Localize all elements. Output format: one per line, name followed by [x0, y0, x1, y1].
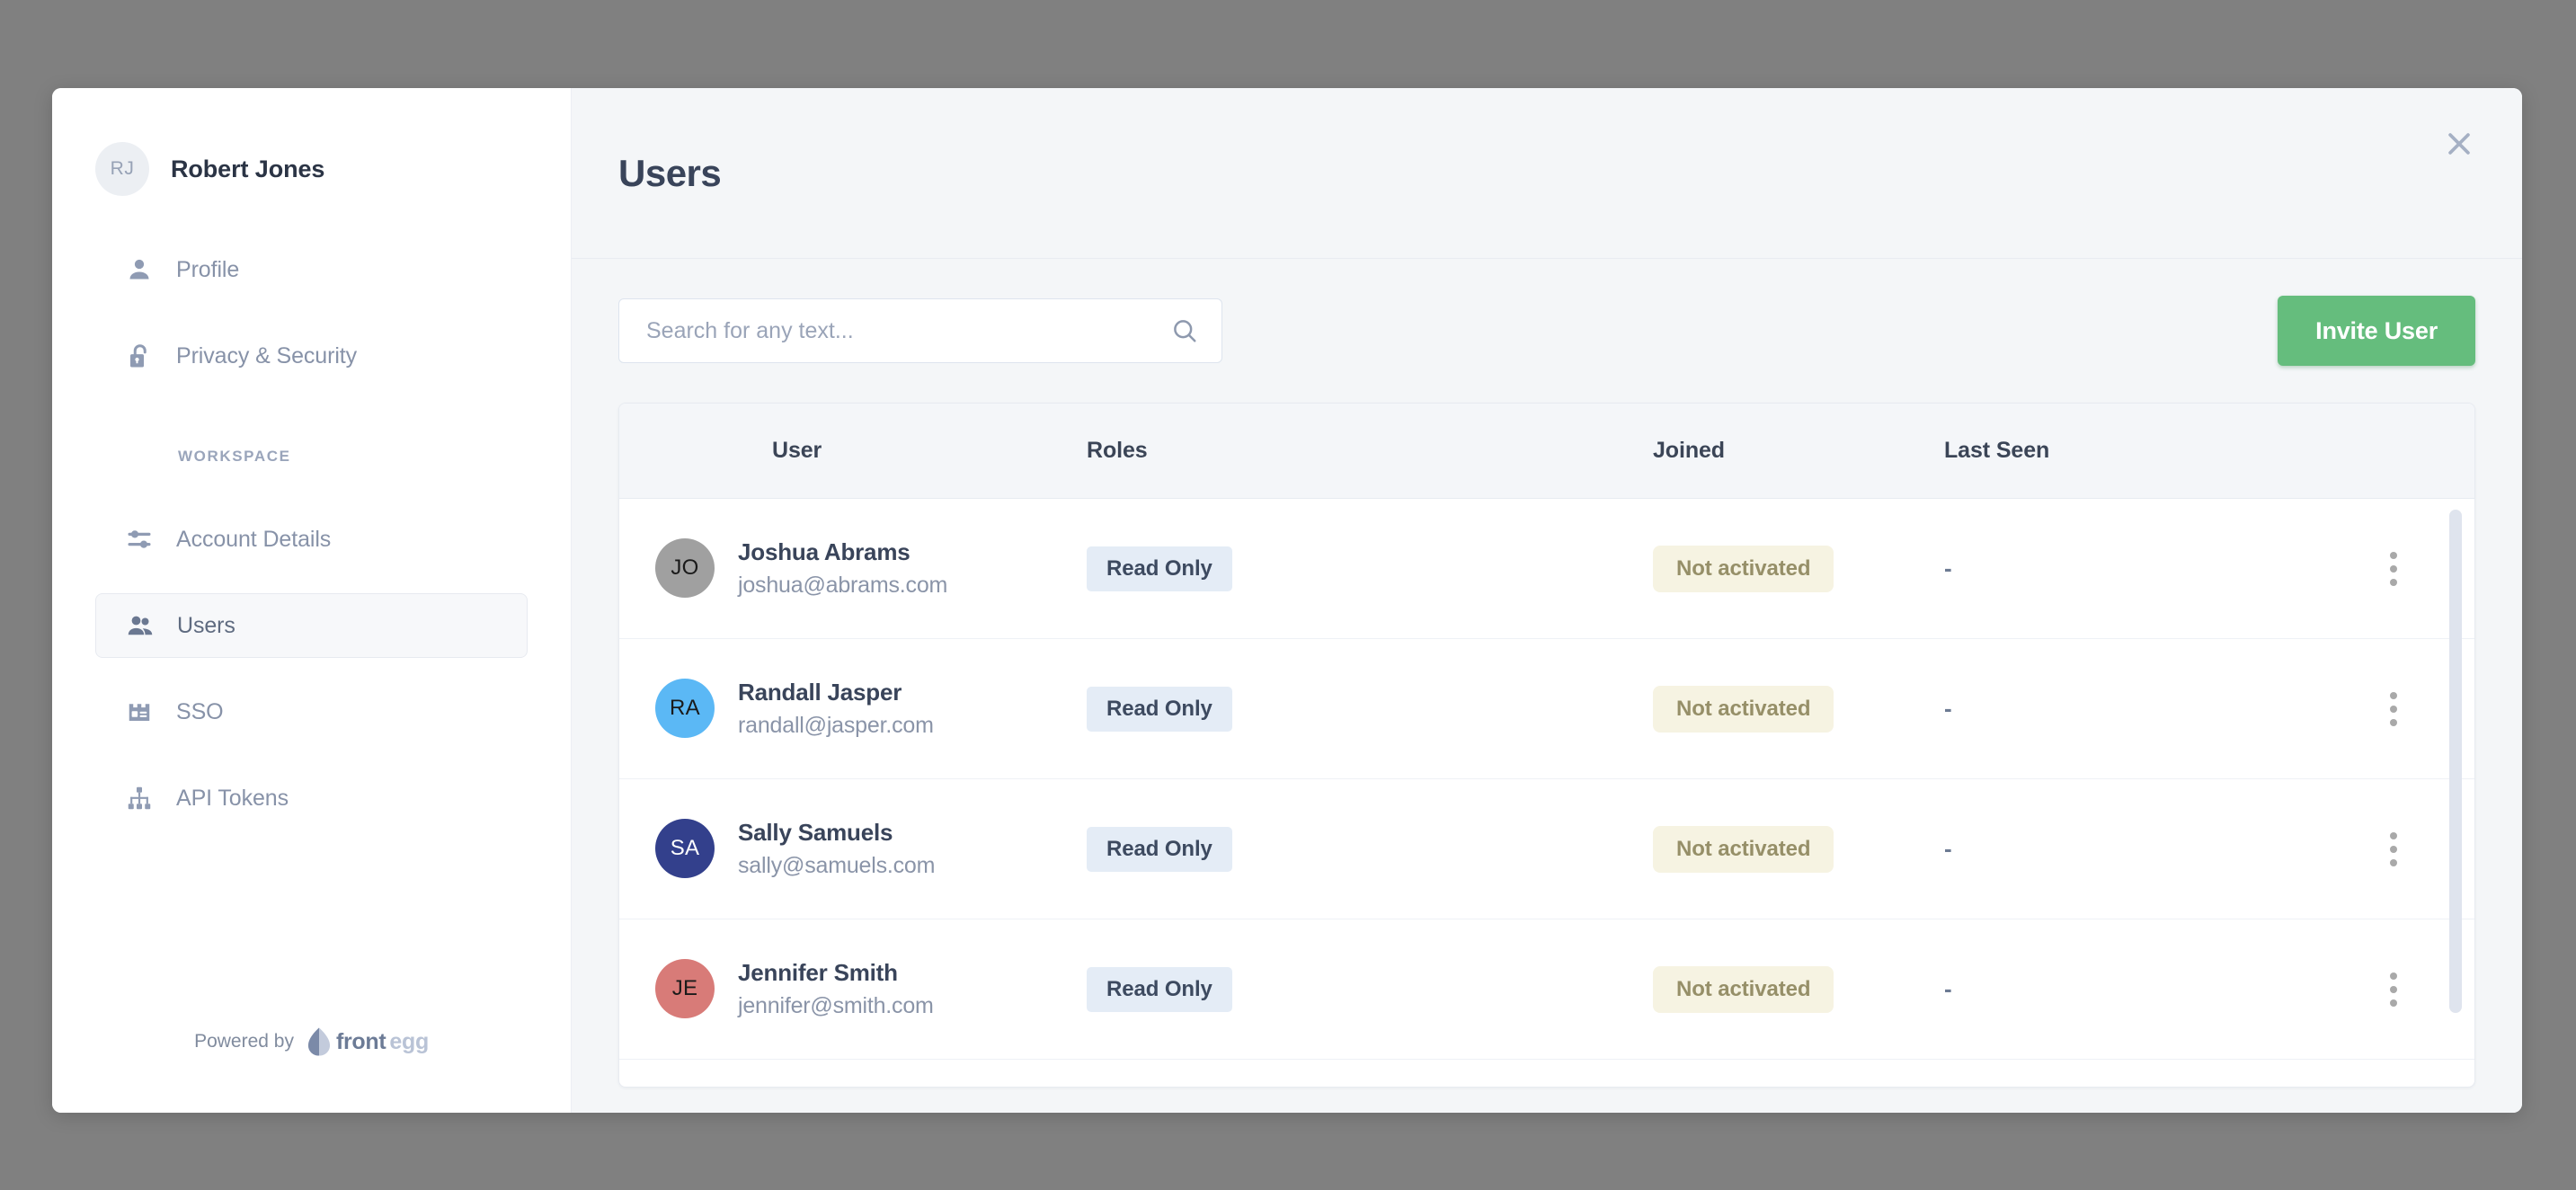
table-row[interactable]: JE Jennifer Smith jennifer@smith.com Read O…	[619, 919, 2474, 1060]
sidebar-item-label: Account Details	[176, 527, 331, 553]
sidebar-item-label: Users	[177, 613, 235, 639]
cell-joined: Not activated	[1653, 966, 1944, 1013]
kebab-menu-icon[interactable]	[2370, 963, 2417, 1017]
kebab-menu-icon[interactable]	[2370, 682, 2417, 736]
settings-modal: RJ Robert Jones Profile	[52, 88, 2522, 1113]
cell-last-seen: -	[1944, 695, 2304, 723]
frontegg-logo: frontegg	[306, 1026, 429, 1057]
users-table-wrapper: User Roles Joined Last Seen JO Joshua Abr…	[618, 403, 2475, 1113]
table-header-row: User Roles Joined Last Seen	[619, 404, 2474, 499]
table-row[interactable]: JO Joshua Abrams joshua@abrams.com Read Onl…	[619, 499, 2474, 639]
user-name: Jennifer Smith	[738, 958, 934, 988]
cell-last-seen: -	[1944, 555, 2304, 582]
toolbar: Invite User	[572, 259, 2522, 403]
sidebar-item-label: SSO	[176, 699, 224, 725]
cell-joined: Not activated	[1653, 826, 1944, 873]
table-vertical-scrollbar[interactable]	[2449, 510, 2462, 1013]
cell-last-seen: -	[1944, 835, 2304, 863]
status-badge: Not activated	[1653, 826, 1834, 873]
status-badge: Not activated	[1653, 546, 1834, 592]
sidebar-item-sso[interactable]: SSO	[95, 679, 528, 744]
role-badge: Read Only	[1087, 967, 1232, 1012]
avatar: RA	[655, 679, 715, 738]
frontegg-logo-egg: egg	[389, 1029, 429, 1055]
sidebar-item-label: Profile	[176, 257, 239, 283]
role-badge: Read Only	[1087, 687, 1232, 732]
users-icon	[125, 612, 155, 639]
role-badge: Read Only	[1087, 827, 1232, 872]
main-header: Users	[572, 88, 2522, 259]
unlock-icon	[124, 342, 155, 369]
user-name: Sally Samuels	[738, 818, 935, 848]
invite-user-button[interactable]: Invite User	[2278, 296, 2475, 366]
cell-roles: Read Only	[1087, 827, 1653, 872]
cell-user: SA Sally Samuels sally@samuels.com	[619, 818, 1087, 879]
sitemap-icon	[124, 785, 155, 812]
id-badge-icon	[124, 698, 155, 725]
kebab-menu-icon[interactable]	[2370, 822, 2417, 876]
sidebar-item-account-details[interactable]: Account Details	[95, 507, 528, 572]
cell-user: JE Jennifer Smith jennifer@smith.com	[619, 958, 1087, 1019]
kebab-menu-icon[interactable]	[2370, 542, 2417, 596]
sidebar-item-privacy-security[interactable]: Privacy & Security	[95, 324, 528, 388]
column-header-roles: Roles	[1087, 438, 1653, 464]
frontegg-logo-front: front	[336, 1029, 386, 1055]
user-name: Randall Jasper	[738, 678, 934, 707]
last-seen-value: -	[1944, 695, 1952, 722]
avatar: RJ	[95, 142, 149, 196]
page-title: Users	[618, 152, 721, 195]
sidebar-profile-header[interactable]: RJ Robert Jones	[52, 88, 571, 196]
status-badge: Not activated	[1653, 686, 1834, 733]
sidebar-nav-workspace: Account Details Users	[52, 507, 571, 830]
users-table: User Roles Joined Last Seen JO Joshua Abr…	[618, 403, 2475, 1088]
sidebar-item-users[interactable]: Users	[95, 593, 528, 658]
avatar: JE	[655, 959, 715, 1018]
status-badge: Not activated	[1653, 966, 1834, 1013]
cell-user: RA Randall Jasper randall@jasper.com	[619, 678, 1087, 739]
cell-joined: Not activated	[1653, 546, 1944, 592]
user-email: joshua@abrams.com	[738, 571, 947, 599]
last-seen-value: -	[1944, 975, 1952, 1002]
search-input[interactable]	[646, 318, 1171, 344]
sidebar-item-profile[interactable]: Profile	[95, 237, 528, 302]
main-content: Users Invite User User	[572, 88, 2522, 1113]
last-seen-value: -	[1944, 835, 1952, 862]
user-email: jennifer@smith.com	[738, 991, 934, 1020]
sidebar-item-label: Privacy & Security	[176, 343, 357, 369]
sidebar-item-api-tokens[interactable]: API Tokens	[95, 766, 528, 830]
person-icon	[124, 256, 155, 283]
powered-by-label: Powered by	[194, 1031, 294, 1052]
search-box[interactable]	[618, 298, 1222, 363]
egg-icon	[306, 1026, 333, 1057]
table-body: JO Joshua Abrams joshua@abrams.com Read Onl…	[619, 499, 2474, 1087]
search-icon[interactable]	[1171, 317, 1198, 344]
sidebar-section-title: WORKSPACE	[178, 448, 571, 466]
last-seen-value: -	[1944, 555, 1952, 582]
column-header-user: User	[619, 438, 1087, 464]
sidebar-item-label: API Tokens	[176, 786, 289, 812]
avatar: SA	[655, 819, 715, 878]
table-row[interactable]: RA Randall Jasper randall@jasper.com Read O…	[619, 639, 2474, 779]
user-email: randall@jasper.com	[738, 711, 934, 740]
cell-user: JO Joshua Abrams joshua@abrams.com	[619, 537, 1087, 599]
role-badge: Read Only	[1087, 546, 1232, 591]
user-name: Joshua Abrams	[738, 537, 947, 567]
sidebar: RJ Robert Jones Profile	[52, 88, 572, 1113]
cell-roles: Read Only	[1087, 687, 1653, 732]
column-header-last-seen: Last Seen	[1944, 438, 2304, 464]
avatar: JO	[655, 538, 715, 598]
close-icon[interactable]	[2438, 122, 2481, 165]
powered-by-footer: Powered by frontegg	[52, 1026, 571, 1057]
profile-name: Robert Jones	[171, 155, 324, 183]
cell-joined: Not activated	[1653, 686, 1944, 733]
sliders-icon	[124, 526, 155, 553]
cell-last-seen: -	[1944, 975, 2304, 1003]
user-email: sally@samuels.com	[738, 851, 935, 880]
table-row[interactable]: SA Sally Samuels sally@samuels.com Read Onl…	[619, 779, 2474, 919]
cell-roles: Read Only	[1087, 546, 1653, 591]
sidebar-nav-top: Profile Privacy & Security	[52, 237, 571, 388]
column-header-joined: Joined	[1653, 438, 1944, 464]
cell-roles: Read Only	[1087, 967, 1653, 1012]
